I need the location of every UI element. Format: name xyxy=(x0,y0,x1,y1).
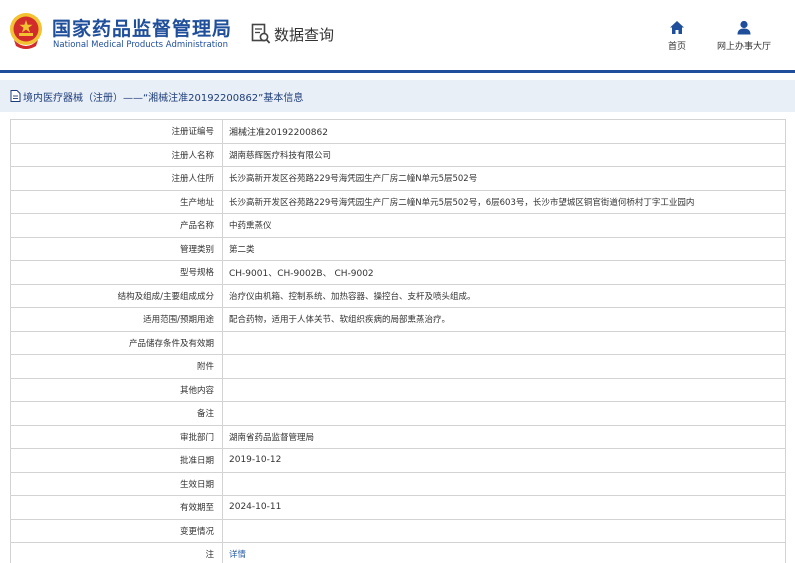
detail-table: 注册证编号 湘械注准20192200862 注册人名称 湖南慈辉医疗科技有限公司 注… xyxy=(10,119,786,563)
row-label: 型号规格 xyxy=(10,260,223,285)
header-divider xyxy=(0,70,795,73)
row-label: 生效日期 xyxy=(10,471,223,496)
table-row: 适用范围/预期用途 配合药物，适用于人体关节、软组织疾病的局部熏蒸治疗。 xyxy=(10,307,786,332)
row-value: 湖南省药品监督管理局 xyxy=(222,424,786,449)
row-label: 备注 xyxy=(10,401,223,426)
detail-table-container: 注册证编号 湘械注准20192200862 注册人名称 湖南慈辉医疗科技有限公司 注… xyxy=(10,119,786,563)
details-link[interactable]: 详情 xyxy=(229,550,246,560)
table-row: 变更情况 xyxy=(10,518,786,543)
row-value xyxy=(222,330,786,355)
table-row: 有效期至 2024-10-11 xyxy=(10,495,786,520)
table-row: 注册人名称 湖南慈辉医疗科技有限公司 xyxy=(10,142,786,167)
brand-title-en[interactable]: National Medical Products Administration xyxy=(53,40,228,50)
document-search-icon xyxy=(251,23,271,44)
table-row: 产品名称 中药熏蒸仪 xyxy=(10,213,786,238)
brand-title-cn[interactable]: 国家药品监督管理局 xyxy=(52,14,232,41)
row-value xyxy=(222,471,786,496)
row-value: 长沙高新开发区谷苑路229号海凭园生产厂房二幢N单元5层502号 xyxy=(222,166,786,191)
row-value xyxy=(222,401,786,426)
row-value: 第二类 xyxy=(222,236,786,261)
row-label: 其他内容 xyxy=(10,377,223,402)
document-icon xyxy=(10,90,21,102)
row-label: 附件 xyxy=(10,354,223,379)
row-value xyxy=(222,354,786,379)
home-icon xyxy=(670,21,684,34)
table-row: 型号规格 CH-9001、CH-9002B、 CH-9002 xyxy=(10,260,786,285)
row-value: 湘械注准20192200862 xyxy=(222,119,786,144)
table-row: 批准日期 2019-10-12 xyxy=(10,448,786,473)
table-row: 注详情 xyxy=(10,542,786,563)
table-row: 注册人住所 长沙高新开发区谷苑路229号海凭园生产厂房二幢N单元5层502号 xyxy=(10,166,786,191)
nav-online-hall-label: 网上办事大厅 xyxy=(716,42,771,52)
data-search-label: 数据查询 xyxy=(274,25,335,44)
row-label: 注 xyxy=(10,542,223,563)
nav-online-hall[interactable]: 网上办事大厅 xyxy=(713,20,775,52)
row-label: 批准日期 xyxy=(10,448,223,473)
table-row: 结构及组成/主要组成成分 治疗仪由机箱、控制系统、加热容器、操控台、支杆及喷头组成… xyxy=(10,283,786,308)
table-row: 管理类别 第二类 xyxy=(10,236,786,261)
row-label: 变更情况 xyxy=(10,518,223,543)
user-icon xyxy=(737,20,751,35)
row-value: 治疗仪由机箱、控制系统、加热容器、操控台、支杆及喷头组成。 xyxy=(222,283,786,308)
breadcrumb-text: 境内医疗器械（注册）——“湘械注准20192200862”基本信息 xyxy=(23,92,304,104)
row-value: 2024-10-11 xyxy=(222,495,786,520)
row-value: CH-9001、CH-9002B、 CH-9002 xyxy=(222,260,786,285)
table-row: 附件 xyxy=(10,354,786,379)
row-label: 有效期至 xyxy=(10,495,223,520)
row-value-cell: 详情 xyxy=(222,542,786,563)
row-label: 生产地址 xyxy=(10,189,223,214)
table-row: 备注 xyxy=(10,401,786,426)
row-label: 注册人住所 xyxy=(10,166,223,191)
row-value xyxy=(222,518,786,543)
row-value: 配合药物，适用于人体关节、软组织疾病的局部熏蒸治疗。 xyxy=(222,307,786,332)
data-search-link[interactable]: 数据查询 xyxy=(251,22,334,46)
row-label: 注册人名称 xyxy=(10,142,223,167)
row-label: 审批部门 xyxy=(10,424,223,449)
nav-home[interactable]: 首页 xyxy=(664,20,690,52)
row-label: 结构及组成/主要组成成分 xyxy=(10,283,223,308)
row-value: 中药熏蒸仪 xyxy=(222,213,786,238)
row-value xyxy=(222,377,786,402)
row-label: 产品储存条件及有效期 xyxy=(10,330,223,355)
table-row: 产品储存条件及有效期 xyxy=(10,330,786,355)
breadcrumb: 境内医疗器械（注册）——“湘械注准20192200862”基本信息 xyxy=(0,80,795,112)
row-value: 湖南慈辉医疗科技有限公司 xyxy=(222,142,786,167)
table-row: 其他内容 xyxy=(10,377,786,402)
site-header: 国家药品监督管理局 National Medical Products Admi… xyxy=(0,0,795,70)
table-row: 生产地址 长沙高新开发区谷苑路229号海凭园生产厂房二幢N单元5层502号，6层6… xyxy=(10,189,786,214)
table-row: 生效日期 xyxy=(10,471,786,496)
row-label: 注册证编号 xyxy=(10,119,223,144)
row-label: 管理类别 xyxy=(10,236,223,261)
row-label: 产品名称 xyxy=(10,213,223,238)
row-value: 2019-10-12 xyxy=(222,448,786,473)
row-label: 适用范围/预期用途 xyxy=(10,307,223,332)
row-value: 长沙高新开发区谷苑路229号海凭园生产厂房二幢N单元5层502号，6层603号，… xyxy=(222,189,786,214)
table-row: 注册证编号 湘械注准20192200862 xyxy=(10,119,786,144)
national-emblem-logo[interactable] xyxy=(8,12,44,50)
nav-home-label: 首页 xyxy=(667,42,686,52)
table-row: 审批部门 湖南省药品监督管理局 xyxy=(10,424,786,449)
